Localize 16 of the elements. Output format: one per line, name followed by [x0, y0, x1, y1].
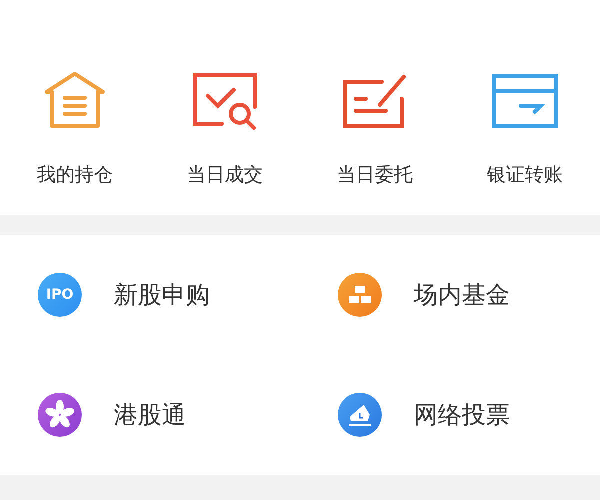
- action-label[interactable]: 我的持仓: [37, 164, 113, 187]
- ingot-stack-icon: [338, 273, 382, 317]
- service-label[interactable]: 港股通: [114, 399, 186, 431]
- checkmark-search-icon: [192, 72, 258, 130]
- service-label[interactable]: 场内基金: [414, 279, 510, 311]
- house-icon: [43, 71, 107, 131]
- flower-icon: [38, 393, 82, 437]
- ballot-icon: [338, 393, 382, 437]
- action-label[interactable]: 当日成交: [187, 164, 263, 187]
- edit-form-icon: [342, 73, 408, 129]
- action-label[interactable]: 银证转账: [487, 164, 563, 187]
- action-label[interactable]: 当日委托: [337, 164, 413, 187]
- service-label[interactable]: 新股申购: [114, 279, 210, 311]
- service-label[interactable]: 网络投票: [414, 399, 510, 431]
- card-icon: [491, 73, 559, 129]
- ipo-icon: IPO: [38, 273, 82, 317]
